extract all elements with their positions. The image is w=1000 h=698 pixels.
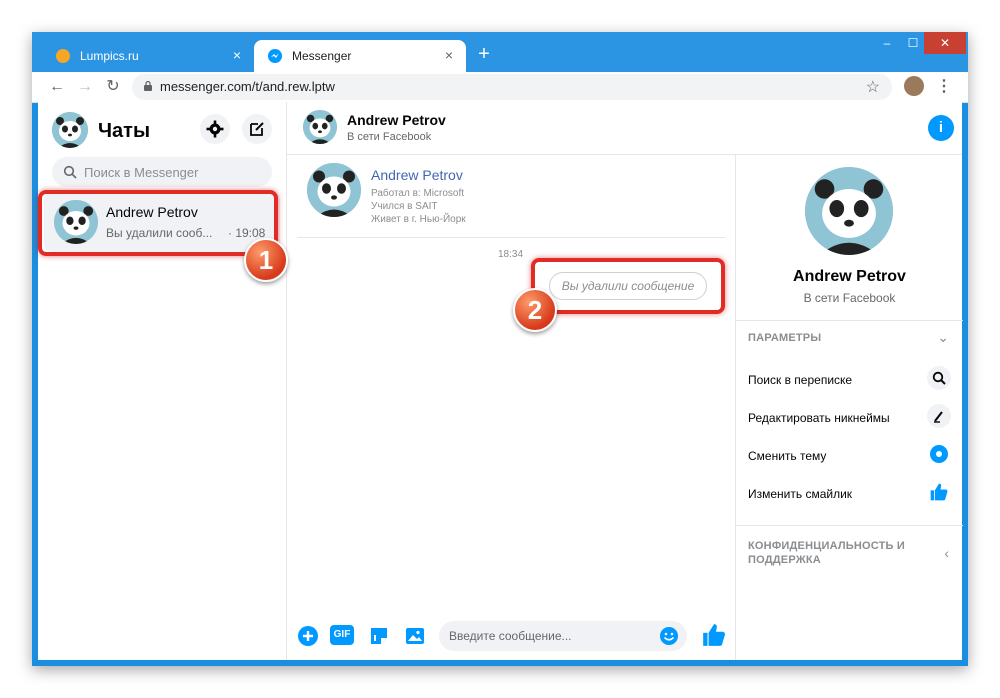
message-composer: GIF Введите сообщение... bbox=[287, 617, 734, 659]
highlight-frame-2 bbox=[531, 258, 725, 314]
browser-menu-icon[interactable]: ⋮ bbox=[936, 76, 952, 96]
chevron-left-icon[interactable]: ‹ bbox=[944, 545, 949, 561]
close-window-button[interactable]: ✕ bbox=[924, 32, 966, 54]
info-icon[interactable]: i bbox=[928, 115, 954, 141]
option-change-theme[interactable]: Сменить тему bbox=[748, 449, 826, 463]
search-input[interactable]: Поиск в Messenger bbox=[52, 157, 272, 187]
browser-toolbar: ← → ↻ messenger.com/t/and.rew.lptw ☆ ⋮ bbox=[32, 72, 968, 103]
photo-icon[interactable] bbox=[404, 625, 426, 647]
plus-icon[interactable] bbox=[297, 625, 319, 647]
message-thread: Andrew Petrov Работал в: Microsoft Училс… bbox=[287, 155, 734, 660]
step-badge-1: 1 bbox=[244, 238, 288, 282]
tab-bar: Lumpics.ru × Messenger × + – ☐ ✕ bbox=[32, 32, 968, 72]
sticker-icon[interactable] bbox=[368, 625, 390, 647]
profile-card-name[interactable]: Andrew Petrov bbox=[371, 167, 463, 183]
profile-study: Учился в SAIT bbox=[371, 201, 438, 212]
settings-button[interactable] bbox=[200, 114, 230, 144]
bookmark-star-icon[interactable]: ☆ bbox=[866, 77, 880, 97]
search-placeholder: Поиск в Messenger bbox=[84, 165, 199, 180]
thumbs-up-icon[interactable] bbox=[927, 480, 951, 504]
option-search-in-conversation[interactable]: Поиск в переписке bbox=[748, 373, 852, 387]
user-avatar[interactable] bbox=[52, 112, 88, 148]
messenger-app: Чаты Поиск в Messenger Andrew Petrov Вы … bbox=[38, 102, 963, 660]
address-bar[interactable]: messenger.com/t/and.rew.lptw ☆ bbox=[132, 74, 892, 100]
messenger-favicon-icon bbox=[268, 49, 282, 63]
page-title: Чаты bbox=[98, 120, 151, 142]
new-tab-button[interactable]: + bbox=[474, 44, 494, 64]
reload-icon[interactable]: ↻ bbox=[102, 76, 124, 98]
tab-lumpics[interactable]: Lumpics.ru × bbox=[42, 40, 254, 72]
back-arrow-icon[interactable]: ← bbox=[46, 76, 68, 98]
divider bbox=[736, 320, 963, 321]
step-badge-2: 2 bbox=[513, 288, 557, 332]
forward-arrow-icon[interactable]: → bbox=[74, 76, 96, 98]
emoji-icon[interactable] bbox=[659, 626, 679, 646]
profile-avatar[interactable] bbox=[904, 76, 924, 96]
chat-header-name[interactable]: Andrew Petrov bbox=[347, 112, 446, 128]
tab-close-icon[interactable]: × bbox=[230, 48, 244, 62]
pencil-icon[interactable] bbox=[927, 404, 951, 428]
new-message-button[interactable] bbox=[242, 114, 272, 144]
panel-name[interactable]: Andrew Petrov bbox=[736, 268, 963, 286]
panel-status: В сети Facebook bbox=[803, 291, 896, 305]
highlight-frame-1 bbox=[38, 190, 278, 256]
chevron-down-icon[interactable]: ⌄ bbox=[937, 329, 949, 346]
contact-profile-card: Andrew Petrov Работал в: Microsoft Училс… bbox=[297, 155, 725, 238]
divider bbox=[736, 525, 963, 526]
chat-header-avatar[interactable] bbox=[303, 110, 337, 144]
message-input[interactable]: Введите сообщение... bbox=[439, 621, 687, 651]
search-icon[interactable] bbox=[927, 366, 951, 390]
tab-close-icon[interactable]: × bbox=[442, 48, 456, 62]
chat-header: Andrew Petrov В сети Facebook i bbox=[287, 102, 962, 155]
gif-button[interactable]: GIF bbox=[330, 625, 354, 647]
tab-messenger[interactable]: Messenger × bbox=[254, 40, 466, 72]
profile-card-avatar bbox=[307, 163, 361, 217]
tab-label: Lumpics.ru bbox=[80, 49, 139, 63]
url-text: messenger.com/t/and.rew.lptw bbox=[160, 79, 335, 94]
params-header[interactable]: ПАРАМЕТРЫ bbox=[748, 332, 821, 344]
privacy-header[interactable]: КОНФИДЕНЦИАЛЬНОСТЬ И ПОДДЕРЖКА bbox=[748, 539, 918, 567]
gear-icon bbox=[206, 120, 224, 138]
browser-window: Lumpics.ru × Messenger × + – ☐ ✕ ← → ↻ m… bbox=[32, 32, 968, 666]
like-button-icon[interactable] bbox=[701, 622, 727, 648]
option-edit-nicknames[interactable]: Редактировать никнеймы bbox=[748, 411, 890, 425]
profile-work: Работал в: Microsoft bbox=[371, 188, 465, 199]
option-change-emoji[interactable]: Изменить смайлик bbox=[748, 487, 852, 501]
theme-icon[interactable] bbox=[927, 442, 951, 466]
conversation-info-panel: Andrew Petrov В сети Facebook ПАРАМЕТРЫ … bbox=[735, 155, 963, 660]
lock-icon bbox=[144, 81, 152, 91]
lumpics-favicon-icon bbox=[56, 49, 70, 63]
search-icon bbox=[63, 165, 77, 179]
compose-icon bbox=[250, 122, 264, 136]
tab-label: Messenger bbox=[292, 49, 352, 63]
gif-label: GIF bbox=[330, 625, 354, 645]
profile-location: Живет в г. Нью-Йорк bbox=[371, 214, 466, 225]
panel-avatar bbox=[805, 167, 893, 255]
chat-header-status: В сети Facebook bbox=[347, 131, 432, 143]
message-input-placeholder: Введите сообщение... bbox=[449, 629, 572, 643]
chats-sidebar: Чаты Поиск в Messenger Andrew Petrov Вы … bbox=[38, 102, 288, 660]
